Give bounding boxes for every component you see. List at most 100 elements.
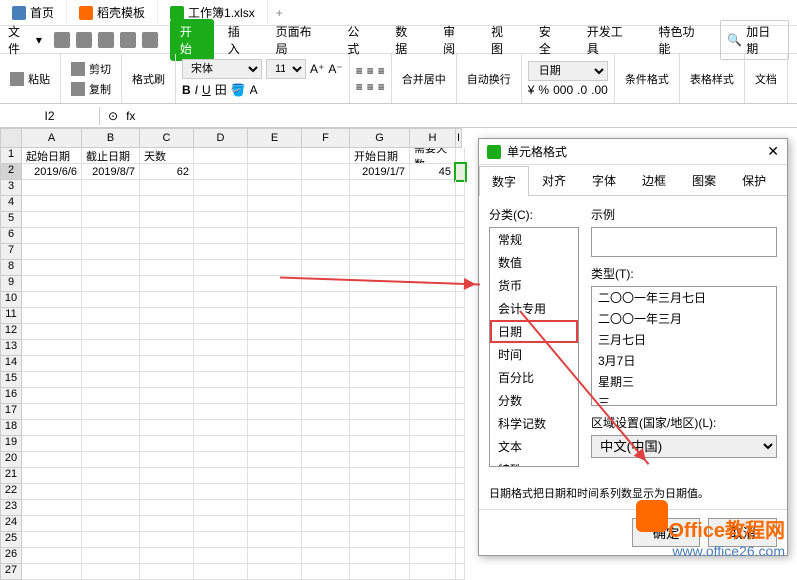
cell-F15[interactable] <box>302 372 350 388</box>
save-icon[interactable] <box>54 32 70 48</box>
cell-D16[interactable] <box>194 388 248 404</box>
cell-F23[interactable] <box>302 500 350 516</box>
percent-icon[interactable]: % <box>538 83 549 97</box>
cell-I23[interactable] <box>456 500 465 516</box>
cell-E7[interactable] <box>248 244 302 260</box>
cell-F21[interactable] <box>302 468 350 484</box>
cell-B12[interactable] <box>82 324 140 340</box>
cell-D19[interactable] <box>194 436 248 452</box>
cell-H3[interactable] <box>410 180 456 196</box>
cell-F3[interactable] <box>302 180 350 196</box>
cell-A22[interactable] <box>22 484 82 500</box>
cell-F11[interactable] <box>302 308 350 324</box>
row-header-27[interactable]: 27 <box>0 564 22 580</box>
italic-icon[interactable]: I <box>195 83 198 97</box>
type-item[interactable]: 二〇〇一年三月 <box>592 308 776 329</box>
cell-C17[interactable] <box>140 404 194 420</box>
cell-B25[interactable] <box>82 532 140 548</box>
row-header-4[interactable]: 4 <box>0 196 22 212</box>
cell-B18[interactable] <box>82 420 140 436</box>
cell-G14[interactable] <box>350 356 410 372</box>
cell-H14[interactable] <box>410 356 456 372</box>
cell-H11[interactable] <box>410 308 456 324</box>
cell-A18[interactable] <box>22 420 82 436</box>
underline-icon[interactable]: U <box>202 83 211 97</box>
cell-F14[interactable] <box>302 356 350 372</box>
cell-G22[interactable] <box>350 484 410 500</box>
cell-E17[interactable] <box>248 404 302 420</box>
type-item[interactable]: 二〇〇一年三月七日 <box>592 287 776 308</box>
cell-G17[interactable] <box>350 404 410 420</box>
cell-B11[interactable] <box>82 308 140 324</box>
cell-B1[interactable]: 截止日期 <box>82 148 140 164</box>
cell-E8[interactable] <box>248 260 302 276</box>
cell-A2[interactable]: 2019/6/6 <box>22 164 82 180</box>
fill-color-icon[interactable]: 🪣 <box>231 83 246 97</box>
row-header-2[interactable]: 2 <box>0 164 22 180</box>
cell-I6[interactable] <box>456 228 465 244</box>
preview-icon[interactable] <box>98 32 114 48</box>
cell-I5[interactable] <box>456 212 465 228</box>
cell-G7[interactable] <box>350 244 410 260</box>
cell-I8[interactable] <box>456 260 465 276</box>
cell-C2[interactable]: 62 <box>140 164 194 180</box>
cell-C16[interactable] <box>140 388 194 404</box>
inc-decimal-icon[interactable]: .0 <box>577 83 587 97</box>
doc-button[interactable]: 文档 <box>751 70 781 88</box>
cell-E14[interactable] <box>248 356 302 372</box>
table-style-button[interactable]: 表格样式 <box>686 70 738 88</box>
cell-H13[interactable] <box>410 340 456 356</box>
type-list[interactable]: 二〇〇一年三月七日二〇〇一年三月三月七日3月7日星期三三2001/3/7 <box>591 286 777 406</box>
cell-F17[interactable] <box>302 404 350 420</box>
cell-I13[interactable] <box>456 340 465 356</box>
cell-G23[interactable] <box>350 500 410 516</box>
cell-A14[interactable] <box>22 356 82 372</box>
align-right-icon[interactable]: ≡ <box>378 80 385 94</box>
cell-D26[interactable] <box>194 548 248 564</box>
cell-D12[interactable] <box>194 324 248 340</box>
cell-C27[interactable] <box>140 564 194 580</box>
cell-A16[interactable] <box>22 388 82 404</box>
cell-C24[interactable] <box>140 516 194 532</box>
cell-G3[interactable] <box>350 180 410 196</box>
cell-F13[interactable] <box>302 340 350 356</box>
cell-B23[interactable] <box>82 500 140 516</box>
cell-C19[interactable] <box>140 436 194 452</box>
row-header-25[interactable]: 25 <box>0 532 22 548</box>
cell-C20[interactable] <box>140 452 194 468</box>
row-header-1[interactable]: 1 <box>0 148 22 164</box>
dec-decimal-icon[interactable]: .00 <box>591 83 608 97</box>
cell-D20[interactable] <box>194 452 248 468</box>
undo-icon[interactable] <box>120 32 136 48</box>
cell-E1[interactable] <box>248 148 302 164</box>
cell-I24[interactable] <box>456 516 465 532</box>
cell-E18[interactable] <box>248 420 302 436</box>
cell-I11[interactable] <box>456 308 465 324</box>
category-item[interactable]: 会计专用 <box>490 297 578 320</box>
cell-A24[interactable] <box>22 516 82 532</box>
cell-B3[interactable] <box>82 180 140 196</box>
col-header-H[interactable]: H <box>410 128 456 148</box>
cell-H18[interactable] <box>410 420 456 436</box>
row-header-3[interactable]: 3 <box>0 180 22 196</box>
cell-I27[interactable] <box>456 564 465 580</box>
cell-E5[interactable] <box>248 212 302 228</box>
cell-E2[interactable] <box>248 164 302 180</box>
cell-I16[interactable] <box>456 388 465 404</box>
cell-F12[interactable] <box>302 324 350 340</box>
tab-home[interactable]: 首页 <box>0 0 67 25</box>
category-item[interactable]: 常规 <box>490 228 578 251</box>
cell-H17[interactable] <box>410 404 456 420</box>
row-header-16[interactable]: 16 <box>0 388 22 404</box>
cell-B6[interactable] <box>82 228 140 244</box>
category-item[interactable]: 日期 <box>490 320 578 343</box>
cell-I7[interactable] <box>456 244 465 260</box>
cell-I25[interactable] <box>456 532 465 548</box>
row-header-6[interactable]: 6 <box>0 228 22 244</box>
col-header-A[interactable]: A <box>22 128 82 148</box>
cell-G12[interactable] <box>350 324 410 340</box>
tab-add[interactable]: + <box>268 6 291 20</box>
cell-G4[interactable] <box>350 196 410 212</box>
category-item[interactable]: 货币 <box>490 274 578 297</box>
bold-icon[interactable]: B <box>182 83 191 97</box>
